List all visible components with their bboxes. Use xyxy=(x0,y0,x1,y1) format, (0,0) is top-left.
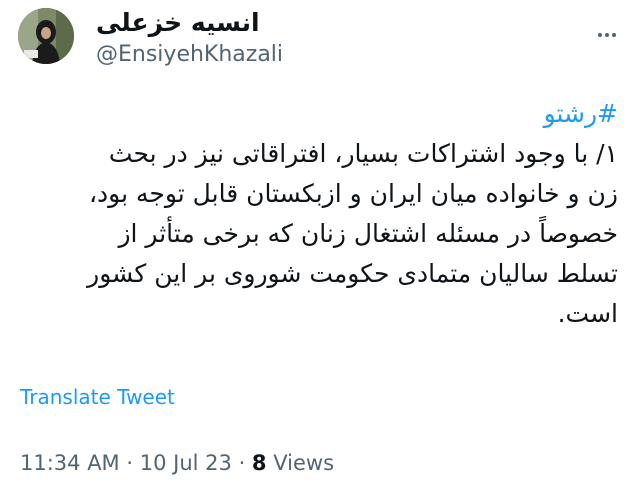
author-handle[interactable]: @EnsiyehKhazali xyxy=(96,40,283,70)
tweet-date[interactable]: 10 Jul 23 xyxy=(140,451,232,475)
more-horizontal-icon-dot xyxy=(612,33,616,37)
author-display-name[interactable]: انسیه خزعلی xyxy=(96,7,260,39)
avatar-image xyxy=(18,8,74,64)
more-horizontal-icon xyxy=(598,33,602,37)
separator-dot: · xyxy=(238,451,252,475)
translate-tweet-link[interactable]: Translate Tweet xyxy=(20,382,175,412)
tweet-metadata: 11:34 AM · 10 Jul 23 · 8 Views xyxy=(20,448,334,478)
tweet-line: تسلط سالیان متمادی حکومت شوروی بر این کش… xyxy=(87,259,618,288)
tweet-text: #رشتو ۱/ با وجود اشتراکات بسیار، افتراقا… xyxy=(18,94,618,334)
views-label: Views xyxy=(273,451,335,475)
avatar[interactable] xyxy=(18,8,74,64)
tweet-time[interactable]: 11:34 AM xyxy=(20,451,120,475)
tweet-line: خصوصاً در مسئله اشتغال زنان که برخی متأث… xyxy=(118,219,618,248)
views-count: 8 xyxy=(251,451,267,475)
tweet-line: زن و خانواده میان ایران و ازبکستان قابل … xyxy=(88,179,618,208)
tweet-line: ۱/ با وجود اشتراکات بسیار، افتراقاتی نیز… xyxy=(108,139,618,168)
tweet-line: است. xyxy=(557,299,618,328)
hashtag-link[interactable]: #رشتو xyxy=(544,99,618,128)
more-options-button[interactable] xyxy=(594,22,620,48)
more-horizontal-icon-dot xyxy=(605,33,609,37)
separator-dot: · xyxy=(126,451,140,475)
